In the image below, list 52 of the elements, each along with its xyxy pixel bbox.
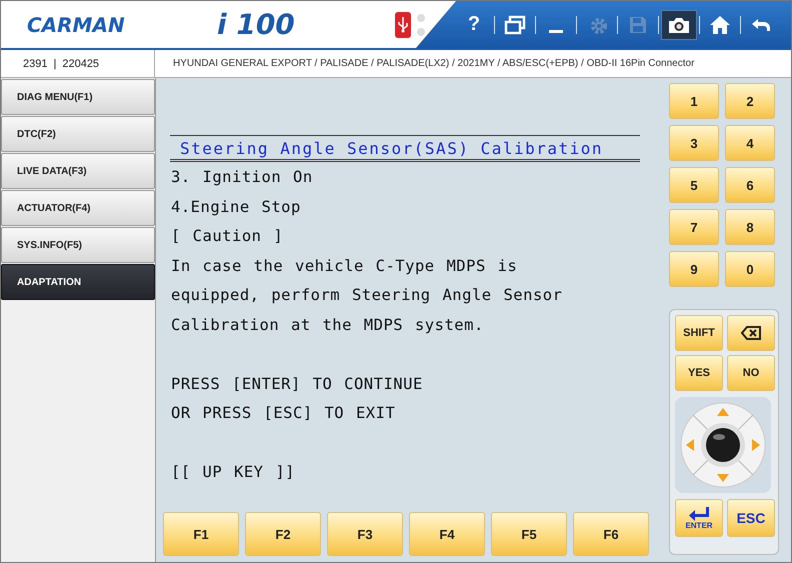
enter-arrow-icon [688,506,710,520]
message-line: 3. Ignition On [170,167,314,188]
number-key[interactable]: 0 [725,251,775,287]
status-dots [417,14,425,36]
keypad-key[interactable]: SHIFT [675,315,723,351]
sidebar-menu-item[interactable]: DTC(F2) [1,116,155,152]
escape-key[interactable]: ESC [727,499,775,537]
number-key[interactable]: 2 [725,83,775,119]
screen-title: Steering Angle Sensor(SAS) Calibration [170,135,640,162]
message-line: Calibration at the MDPS system. [170,314,485,336]
message-line: [ Caution ] [170,226,284,247]
keypad-key[interactable]: YES [675,355,723,391]
brand-logo: CARMAN [27,12,126,36]
home-icon[interactable] [709,14,731,34]
message-line: [[ UP KEY ]] [170,462,296,483]
function-key[interactable]: F3 [327,512,403,556]
vehicle-path: HYUNDAI GENERAL EXPORT / PALISADE / PALISADE(LX2) / 2021MY / ABS/ESC(+EPB) / OBD-II 16Pin Connector [172,57,694,71]
message-line: equipped, perform Steering Angle Sensor [170,285,564,306]
backspace-key[interactable] [727,315,775,351]
sidebar-menu-item[interactable]: LIVE DATA(F3) [1,153,155,189]
backspace-icon [741,326,761,340]
function-key[interactable]: F6 [573,512,649,556]
number-key[interactable]: 1 [669,83,719,119]
keypad-key[interactable]: NO [727,355,775,391]
sidebar-menu-item[interactable]: DIAG MENU(F1) [1,79,155,115]
device-code: 2391 [23,58,48,70]
function-key[interactable]: F1 [163,512,239,556]
joystick-drawing[interactable] [679,401,767,489]
number-key[interactable]: 3 [669,125,719,161]
number-key[interactable]: 4 [725,125,775,161]
message-line: OR PRESS [ESC] TO EXIT [170,403,396,424]
sidebar-menu-item[interactable]: ADAPTATION [1,264,155,300]
model-logo: i 100 [217,8,296,41]
enter-key[interactable]: ENTER [675,499,723,537]
message-line: PRESS [ENTER] TO CONTINUE [170,374,424,394]
function-key[interactable]: F5 [491,512,567,556]
number-key[interactable]: 7 [669,209,719,245]
number-key[interactable]: 8 [725,209,775,245]
number-key[interactable]: 9 [669,251,719,287]
sidebar-menu-item[interactable]: SYS.INFO(F5) [1,227,155,263]
separator-text: | [53,58,56,70]
sidebar-menu-item[interactable]: ACTUATOR(F4) [1,190,155,226]
version-number: 220425 [62,58,100,70]
help-button[interactable]: ? [456,10,492,40]
message-line: 4.Engine Stop [170,196,302,218]
camera-button[interactable] [661,10,697,40]
number-key[interactable]: 5 [669,167,719,203]
message-line: In case the vehicle C-Type MDPS is [170,256,518,276]
function-key[interactable]: F4 [409,512,485,556]
function-key[interactable]: F2 [245,512,321,556]
number-key[interactable]: 6 [725,167,775,203]
windows-icon[interactable] [504,14,526,34]
